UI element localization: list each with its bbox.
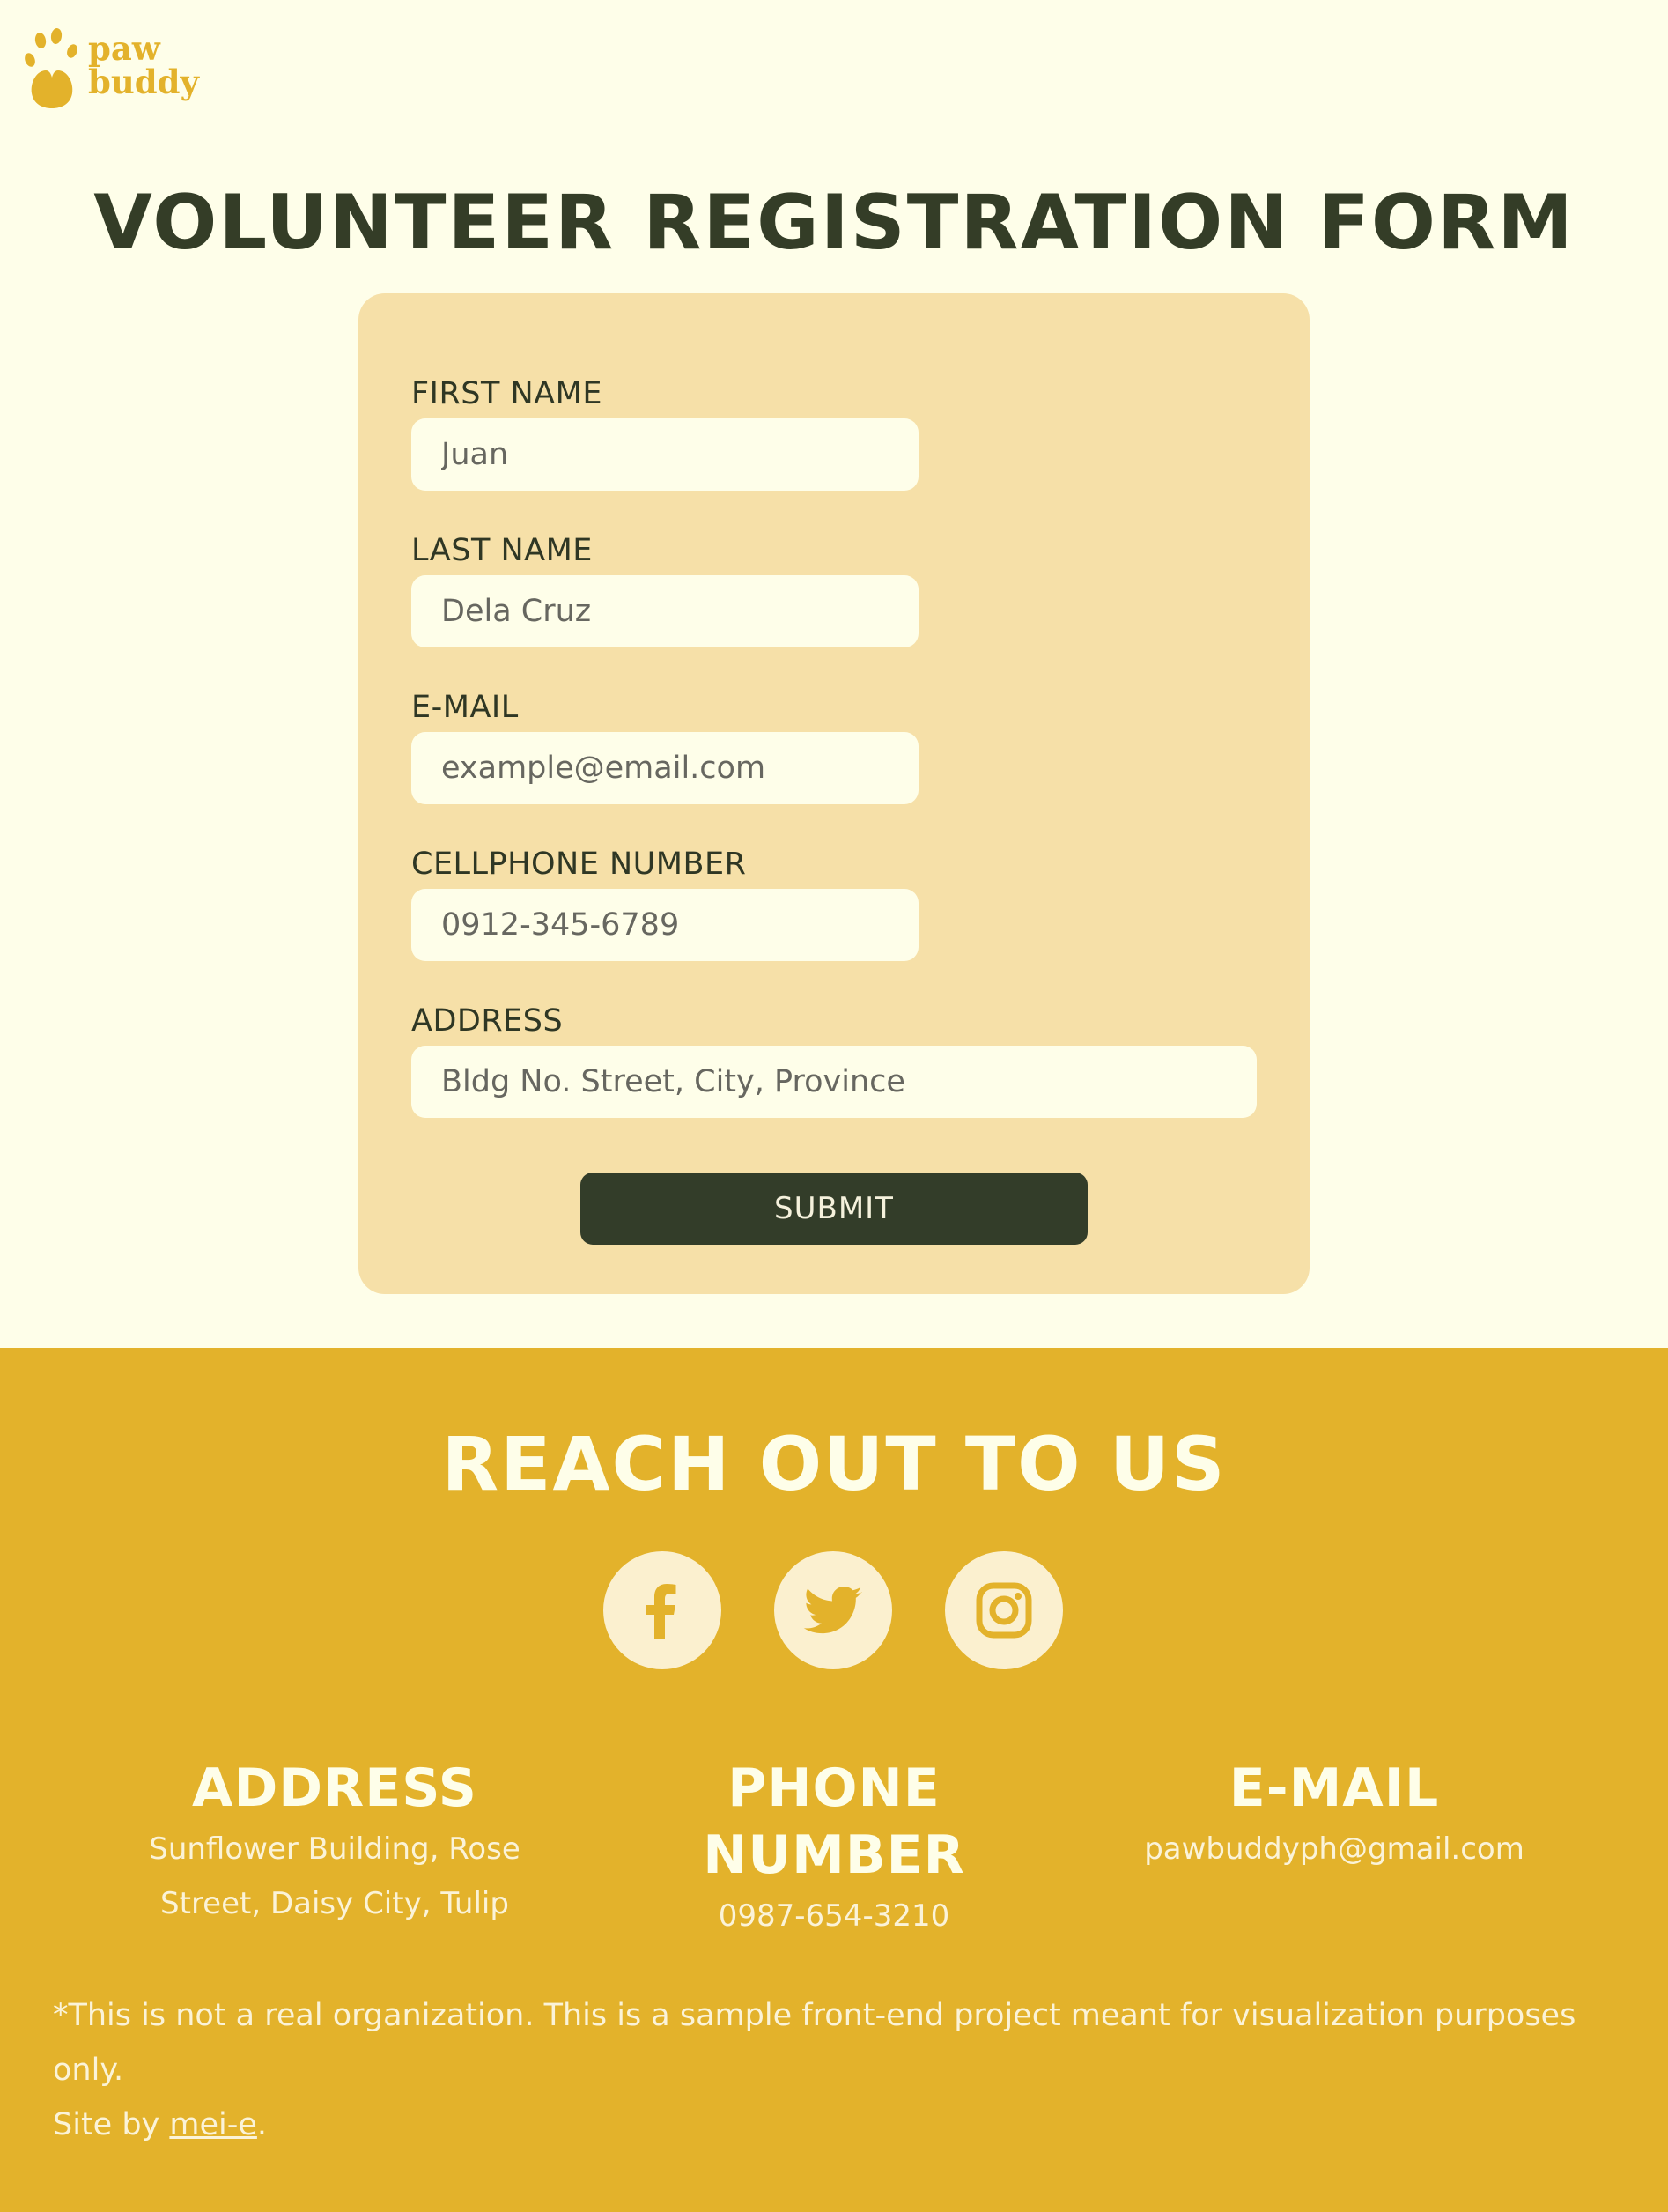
facebook-icon xyxy=(646,1584,676,1639)
contact-email: E-MAIL pawbuddyph@gmail.com xyxy=(1105,1755,1563,1876)
disclaimer-text: *This is not a real organization. This i… xyxy=(53,1998,1576,2088)
social-links xyxy=(603,1551,1063,1669)
first-name-input[interactable] xyxy=(411,418,919,491)
twitter-link[interactable] xyxy=(774,1551,892,1669)
contact-phone: PHONE NUMBER 0987-654-3210 xyxy=(592,1755,1076,1943)
twitter-icon xyxy=(803,1587,862,1634)
address-label: ADDRESS xyxy=(411,1003,564,1039)
footer: REACH OUT TO US ADDRESS Sunflower Buildi… xyxy=(0,1348,1668,2212)
page-title: VOLUNTEER REGISTRATION FORM xyxy=(93,179,1575,267)
paw-icon xyxy=(25,25,79,111)
address-heading: ADDRESS xyxy=(192,1757,477,1819)
site-credit: Site by mei-e. xyxy=(53,2097,1620,2152)
disclaimer: *This is not a real organization. This i… xyxy=(53,1988,1620,2152)
instagram-icon xyxy=(976,1582,1032,1639)
credit-prefix: Site by xyxy=(53,2107,170,2142)
address-line-2: Street, Daisy City, Tulip xyxy=(160,1886,509,1921)
brand-line-1: paw xyxy=(88,29,160,68)
brand-line-2: buddy xyxy=(88,63,200,101)
registration-form: FIRST NAME LAST NAME E-MAIL CELLPHONE NU… xyxy=(358,293,1310,1294)
credit-link[interactable]: mei-e xyxy=(169,2107,257,2142)
last-name-label: LAST NAME xyxy=(411,533,593,568)
email-value: pawbuddyph@gmail.com xyxy=(1144,1831,1524,1867)
address-line-1: Sunflower Building, Rose xyxy=(149,1831,520,1867)
email-heading: E-MAIL xyxy=(1229,1757,1440,1819)
contact-address: ADDRESS Sunflower Building, Rose Street,… xyxy=(114,1755,555,1931)
last-name-input[interactable] xyxy=(411,575,919,647)
first-name-label: FIRST NAME xyxy=(411,376,602,411)
phone-input[interactable] xyxy=(411,889,919,961)
instagram-link[interactable] xyxy=(945,1551,1063,1669)
phone-label: CELLPHONE NUMBER xyxy=(411,847,747,882)
submit-button[interactable]: SUBMIT xyxy=(580,1173,1088,1245)
facebook-link[interactable] xyxy=(603,1551,721,1669)
reach-out-heading: REACH OUT TO US xyxy=(441,1421,1227,1507)
credit-suffix: . xyxy=(256,2107,268,2142)
phone-value: 0987-654-3210 xyxy=(718,1898,950,1934)
logo[interactable]: paw buddy xyxy=(25,25,199,111)
phone-heading: PHONE NUMBER xyxy=(703,1757,965,1886)
email-input[interactable] xyxy=(411,732,919,804)
address-input[interactable] xyxy=(411,1046,1257,1118)
email-label: E-MAIL xyxy=(411,690,519,725)
